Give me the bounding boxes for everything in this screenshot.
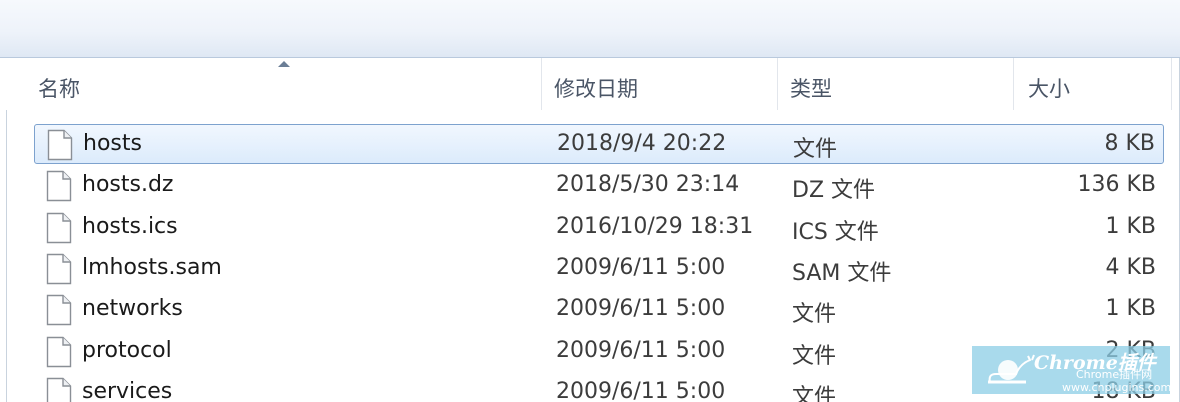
file-modified-date: 2009/6/11 5:00 bbox=[556, 338, 726, 363]
file-icon bbox=[46, 294, 72, 326]
file-icon bbox=[47, 129, 73, 161]
table-row[interactable]: hosts.ics 2016/10/29 18:31 ICS 文件 1 KB bbox=[34, 208, 1164, 248]
column-header-name[interactable]: 名称 bbox=[6, 58, 542, 110]
column-header-date[interactable]: 修改日期 bbox=[542, 58, 778, 110]
file-modified-date: 2016/10/29 18:31 bbox=[556, 214, 754, 239]
file-icon bbox=[46, 336, 72, 368]
column-header-type[interactable]: 类型 bbox=[778, 58, 1014, 110]
file-modified-date: 2009/6/11 5:00 bbox=[556, 296, 726, 321]
file-modified-date: 2018/5/30 23:14 bbox=[556, 172, 740, 197]
file-type: DZ 文件 bbox=[792, 178, 876, 203]
sort-ascending-icon bbox=[278, 61, 290, 67]
column-header-type-label: 类型 bbox=[790, 77, 832, 101]
file-name: hosts.ics bbox=[82, 214, 178, 239]
column-header-size-label: 大小 bbox=[1028, 77, 1070, 101]
file-icon bbox=[46, 212, 72, 244]
file-type: SAM 文件 bbox=[792, 261, 892, 286]
file-type: 文件 bbox=[793, 137, 838, 162]
column-header-row: 名称 修改日期 类型 大小 bbox=[6, 58, 1174, 110]
table-row[interactable]: hosts.dz 2018/5/30 23:14 DZ 文件 136 KB bbox=[34, 166, 1164, 206]
file-type: 文件 bbox=[792, 385, 837, 402]
file-type: 文件 bbox=[792, 344, 837, 369]
file-modified-date: 2018/9/4 20:22 bbox=[557, 131, 727, 156]
file-name: lmhosts.sam bbox=[82, 255, 222, 280]
file-size: 1 KB bbox=[1105, 296, 1156, 321]
file-size: 136 KB bbox=[1077, 172, 1156, 197]
file-size: 1 KB bbox=[1105, 214, 1156, 239]
table-row[interactable]: networks 2009/6/11 5:00 文件 1 KB bbox=[34, 290, 1164, 330]
explorer-toolbar bbox=[0, 0, 1180, 58]
file-name: hosts.dz bbox=[82, 172, 174, 197]
column-header-size[interactable]: 大小 bbox=[1014, 58, 1172, 110]
column-header-date-label: 修改日期 bbox=[554, 77, 638, 101]
file-icon bbox=[46, 377, 72, 402]
watermark-url: www.cnplugins.com bbox=[1062, 381, 1172, 394]
file-modified-date: 2009/6/11 5:00 bbox=[556, 379, 726, 402]
site-watermark: Chrome插件 Chrome插件网 www.cnplugins.com bbox=[972, 346, 1172, 394]
file-icon bbox=[46, 170, 72, 202]
file-type: ICS 文件 bbox=[792, 220, 879, 245]
file-size: 4 KB bbox=[1105, 255, 1156, 280]
file-modified-date: 2009/6/11 5:00 bbox=[556, 255, 726, 280]
column-header-name-label: 名称 bbox=[38, 77, 80, 101]
file-type: 文件 bbox=[792, 302, 837, 327]
snail-logo-icon bbox=[988, 354, 1035, 384]
file-size: 8 KB bbox=[1104, 131, 1155, 156]
table-row[interactable]: hosts 2018/9/4 20:22 文件 8 KB bbox=[34, 124, 1164, 164]
file-name: networks bbox=[82, 296, 183, 321]
file-icon bbox=[46, 253, 72, 285]
file-name: protocol bbox=[82, 338, 172, 363]
watermark-site-name: Chrome插件网 bbox=[1076, 368, 1153, 381]
file-name: hosts bbox=[83, 131, 142, 156]
table-row[interactable]: lmhosts.sam 2009/6/11 5:00 SAM 文件 4 KB bbox=[34, 249, 1164, 289]
file-name: services bbox=[82, 379, 173, 402]
